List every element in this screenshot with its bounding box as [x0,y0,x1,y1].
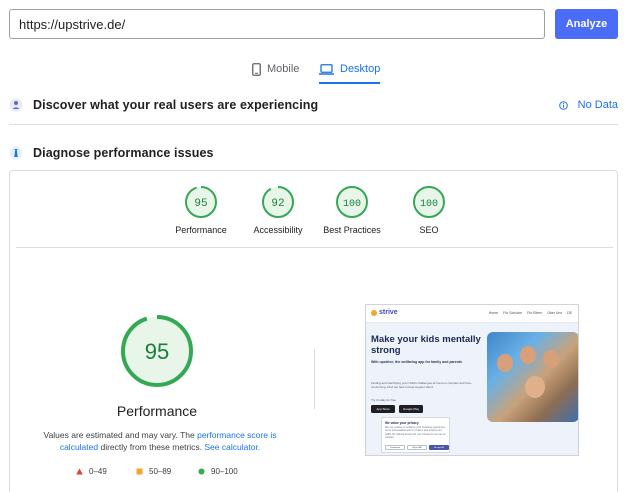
thumb-hero-photo [487,332,578,422]
no-data-label: No Data [577,99,618,111]
diagnose-section-header: Diagnose performance issues [9,140,618,166]
photo-face [497,354,513,372]
thumb-google-play-badge: Google Play [399,405,423,413]
page-screenshot-thumbnail[interactable]: strive Home Für Schulen Für Eltern Über … [365,304,579,456]
photo-face [525,376,545,398]
thumb-app-store-badge: App Store [371,405,395,413]
thumb-body: Finding and identifying your child's cha… [371,381,472,390]
smartphone-icon [252,62,261,76]
results-panel: 95 Performance 92 Accessibility 100 Best… [9,170,618,492]
gauge-label: SEO [419,225,439,235]
panel-divider [16,247,613,248]
gauge-label: Accessibility [253,225,303,235]
photo-face [543,350,559,368]
url-input[interactable] [9,9,545,39]
seo-score-value: 100 [420,199,438,210]
laptop-icon [319,63,334,75]
device-tabs: Mobile Desktop [0,57,624,84]
tab-mobile-label: Mobile [267,63,300,75]
gauge-label: Best Practices [323,225,381,235]
legend-fail: 0–49 [76,467,107,476]
best-practices-score-gauge: 100 [336,186,368,218]
gauge-seo[interactable]: 100 SEO [389,185,469,235]
triangle-icon [76,468,83,475]
performance-big-gauge: 95 [121,315,193,387]
discover-title: Discover what your real users are experi… [33,98,319,112]
thumb-navbar: strive Home Für Schulen Für Eltern Über … [366,305,578,323]
score-gauges: 95 Performance 92 Accessibility 100 Best… [10,185,619,245]
photo-face [520,346,536,364]
analyze-button[interactable]: Analyze [555,9,618,39]
people-icon [9,98,23,112]
gauge-accessibility[interactable]: 92 Accessibility [238,185,318,235]
gauge-label: Performance [175,225,227,235]
thumb-subhead: With upstrive, the wellbeing app for fam… [371,360,462,364]
accessibility-score-value: 92 [271,198,284,210]
logo-mark-icon [371,309,377,316]
best-practices-score-value: 100 [343,199,361,210]
legend-average: 50–89 [136,467,171,476]
legend-pass: 90–100 [198,467,238,476]
thumb-cookie-banner: We value your privacy We use cookies to … [381,417,450,453]
thumb-nav-links: Home Für Schulen Für Eltern Über Uns DE [488,311,572,315]
gauge-best-practices[interactable]: 100 Best Practices [312,185,392,235]
thumb-headline: Make your kids mentally strong [371,334,481,356]
square-icon [136,468,143,475]
info-icon [558,100,568,110]
performance-big-score: 95 [145,339,169,364]
seo-score-gauge: 100 [413,186,445,218]
section-divider [9,124,618,125]
gauge-performance[interactable]: 95 Performance [161,185,241,235]
see-calculator-link[interactable]: See calculator. [204,442,260,452]
tab-desktop-label: Desktop [340,63,381,75]
diagnose-title: Diagnose performance issues [33,146,214,160]
thumb-logo: strive [371,309,398,316]
discover-section-header: Discover what your real users are experi… [9,92,618,118]
vertical-separator [314,349,315,409]
tab-desktop[interactable]: Desktop [319,57,381,84]
accessibility-score-gauge: 92 [262,186,294,218]
performance-title: Performance [116,403,198,419]
tab-mobile[interactable]: Mobile [252,57,299,81]
lighthouse-icon [9,146,23,160]
no-data-link[interactable]: No Data [558,92,618,118]
thumb-cta-text: Try it today for free [371,398,397,402]
performance-explanation: Values are estimated and may vary. The p… [43,430,277,452]
circle-icon [198,468,205,475]
performance-score-gauge: 95 [185,186,217,218]
score-legend: 0–49 50–89 90–100 [76,467,276,479]
performance-score-value: 95 [194,198,207,210]
